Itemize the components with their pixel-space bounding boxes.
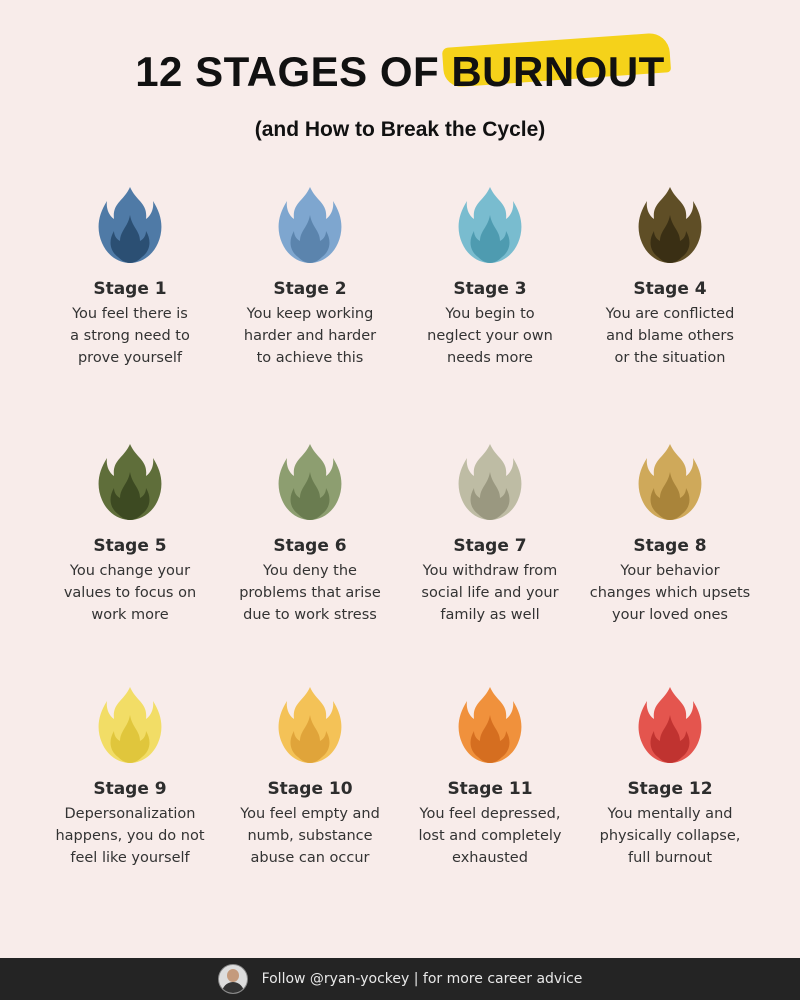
stage-card: Stage 11 You feel depressed, lost and com…: [400, 685, 580, 869]
stage-description: You withdraw from social life and your f…: [421, 563, 559, 623]
stage-card: Stage 6 You deny the problems that arise …: [220, 442, 400, 626]
stage-label: Stage 4: [633, 279, 707, 299]
stage-label: Stage 11: [447, 779, 533, 799]
stage-description: You feel depressed, lost and completely …: [418, 806, 562, 866]
stage-label: Stage 8: [633, 536, 707, 556]
flame-icon: [98, 444, 162, 520]
footer-bar: Follow @ryan-yockey | for more career ad…: [0, 958, 800, 1000]
stage-description: You deny the problems that arise due to …: [239, 563, 381, 623]
flame-icon: [98, 187, 162, 263]
stage-label: Stage 1: [93, 279, 167, 299]
title-highlight: BURNOUT: [442, 32, 672, 96]
stage-label: Stage 3: [453, 279, 527, 299]
stage-card: Stage 9 Depersonalization happens, you do…: [40, 685, 220, 869]
stage-card: Stage 10 You feel empty and numb, substan…: [220, 685, 400, 869]
avatar[interactable]: [217, 964, 248, 994]
flame-icon: [458, 187, 522, 263]
stage-label: Stage 7: [453, 536, 527, 556]
flame-icon: [458, 444, 522, 520]
stage-description: You feel empty and numb, substance abuse…: [240, 806, 380, 866]
page-title: 12 STAGES OF BURNOUT: [0, 32, 800, 96]
stage-card: Stage 7 You withdraw from social life and…: [400, 442, 580, 626]
stage-description: You feel there is a strong need to prove…: [70, 306, 190, 366]
flame-icon: [638, 444, 702, 520]
stage-card: Stage 4 You are conflicted and blame othe…: [580, 185, 760, 369]
title-prefix: 12 STAGES OF: [135, 48, 452, 95]
flame-icon: [638, 187, 702, 263]
flame-icon: [458, 687, 522, 763]
stage-label: Stage 12: [627, 779, 713, 799]
stage-label: Stage 10: [267, 779, 353, 799]
stage-description: Depersonalization happens, you do not fe…: [55, 806, 205, 866]
footer-text[interactable]: Follow @ryan-yockey | for more career ad…: [262, 971, 583, 987]
stage-description: You mentally and physically collapse, fu…: [599, 806, 741, 866]
stage-card: Stage 8 Your behavior changes which upset…: [580, 442, 760, 626]
stage-card: Stage 5 You change your values to focus o…: [40, 442, 220, 626]
flame-icon: [278, 687, 342, 763]
stage-label: Stage 6: [273, 536, 347, 556]
stage-card: Stage 3 You begin to neglect your own nee…: [400, 185, 580, 369]
flame-icon: [98, 687, 162, 763]
flame-icon: [278, 444, 342, 520]
stage-card: Stage 2 You keep working harder and harde…: [220, 185, 400, 369]
flame-icon: [278, 187, 342, 263]
stage-description: You are conflicted and blame others or t…: [605, 306, 735, 366]
stage-label: Stage 9: [93, 779, 167, 799]
stage-card: Stage 12 You mentally and physically coll…: [580, 685, 760, 869]
flame-icon: [638, 687, 702, 763]
stage-description: You change your values to focus on work …: [63, 563, 197, 623]
subtitle: (and How to Break the Cycle): [254, 118, 546, 141]
stage-description: You keep working harder and harder to ac…: [243, 306, 377, 366]
stage-label: Stage 2: [273, 279, 347, 299]
stage-description: Your behavior changes which upsets your …: [589, 563, 751, 623]
stage-label: Stage 5: [93, 536, 167, 556]
stage-card: Stage 1 You feel there is a strong need t…: [40, 185, 220, 369]
stage-description: You begin to neglect your own needs more: [427, 306, 553, 366]
